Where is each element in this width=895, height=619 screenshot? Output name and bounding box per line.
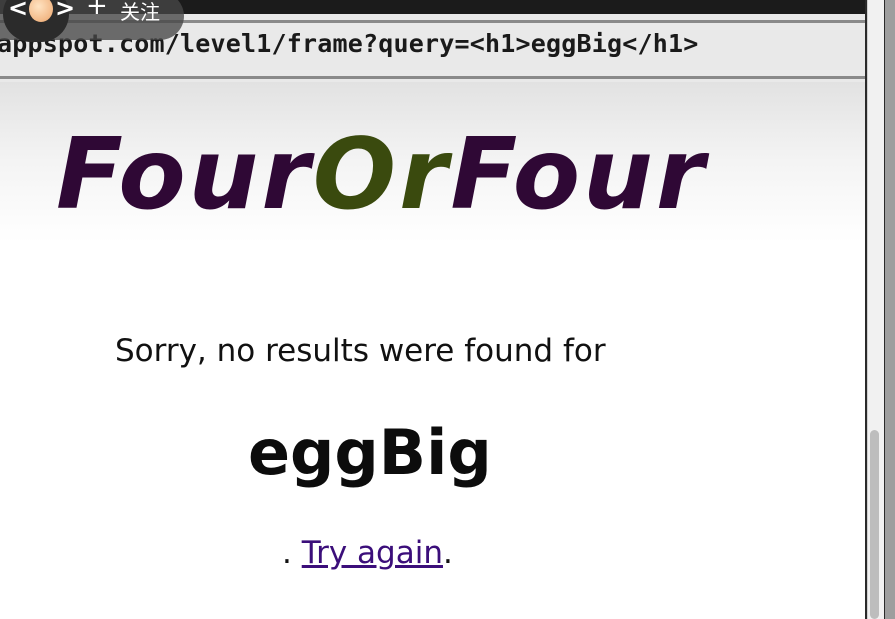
window-edge <box>885 0 895 619</box>
chevron-left-icon[interactable]: < <box>8 0 28 22</box>
query-heading: eggBig <box>248 416 492 489</box>
browser-window: appspot.com/level1/frame?query=<h1>eggBi… <box>0 0 895 619</box>
fourorfour-logo: FourOrFour <box>56 126 707 224</box>
logo-part-four: Four <box>56 118 313 232</box>
try-again-prefix: . <box>282 535 302 571</box>
follow-overlay[interactable]: < > + 关注 <box>0 0 184 42</box>
follow-button-label[interactable]: 关注 <box>120 0 160 25</box>
try-again-suffix: . <box>442 535 453 571</box>
address-bar-divider-bottom <box>0 76 865 79</box>
try-again-line: . Try again. <box>282 535 453 571</box>
plus-icon[interactable]: + <box>86 0 108 19</box>
logo-part-or: Or <box>312 118 451 232</box>
try-again-link[interactable]: Try again <box>302 535 443 571</box>
chevron-right-icon[interactable]: > <box>55 0 75 22</box>
logo-part-four-2: Four <box>450 118 708 232</box>
no-results-message: Sorry, no results were found for <box>115 333 606 369</box>
scrollbar-thumb[interactable] <box>870 430 879 619</box>
